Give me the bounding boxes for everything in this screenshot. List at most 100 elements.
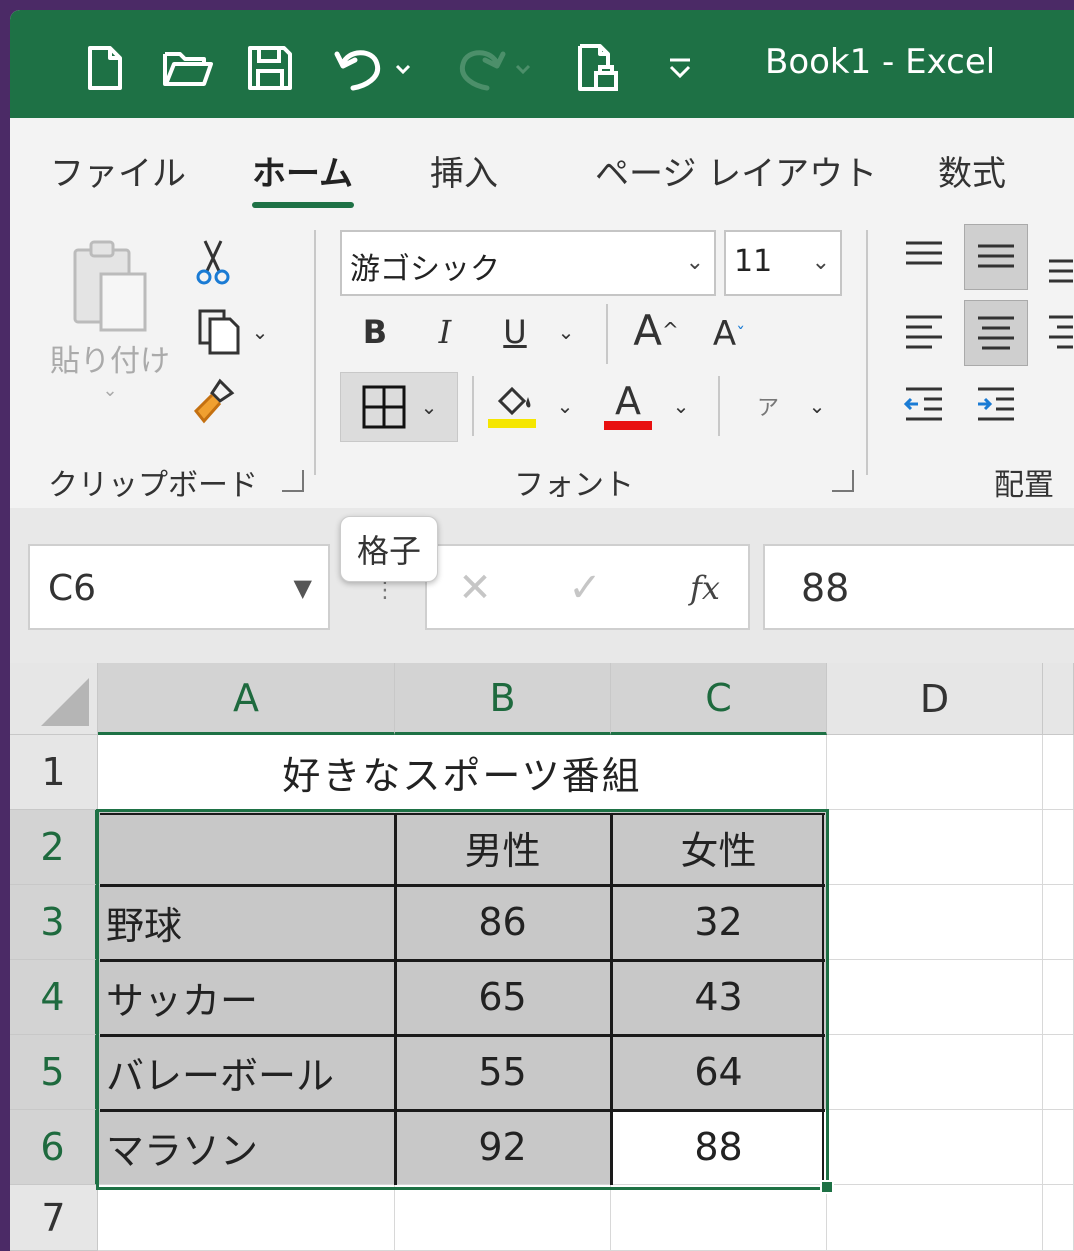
ribbon-home: 貼り付け ⌄ ⌄ クリップボード 游ゴシック ⌄ 11 ⌄ B I U ⌄ A … bbox=[10, 208, 1074, 508]
align-top-button[interactable] bbox=[896, 228, 952, 284]
row-header-6[interactable]: 6 bbox=[10, 1110, 98, 1185]
align-bottom-button[interactable] bbox=[1038, 238, 1074, 294]
bold-button[interactable]: B bbox=[350, 304, 400, 360]
align-left-button[interactable] bbox=[896, 304, 952, 360]
cell-b6[interactable]: 92 bbox=[395, 1110, 611, 1185]
font-group-label: フォント bbox=[514, 468, 634, 503]
align-right-button[interactable] bbox=[1038, 304, 1074, 360]
name-box[interactable]: C6 ▼ bbox=[28, 544, 330, 630]
column-header-b[interactable]: B bbox=[395, 663, 611, 735]
underline-options-icon[interactable]: ⌄ bbox=[550, 304, 582, 360]
font-name-select[interactable]: 游ゴシック ⌄ bbox=[340, 230, 716, 296]
copy-button[interactable]: ⌄ bbox=[182, 304, 282, 360]
borders-button[interactable]: ⌄ bbox=[340, 372, 458, 442]
row-header-3[interactable]: 3 bbox=[10, 885, 98, 960]
cell-a4[interactable]: サッカー bbox=[98, 960, 395, 1035]
font-color-icon: A bbox=[615, 378, 641, 423]
fill-handle[interactable] bbox=[820, 1180, 834, 1194]
formula-input[interactable]: 88 bbox=[763, 544, 1074, 630]
italic-button[interactable]: I bbox=[420, 304, 470, 360]
select-all-button[interactable] bbox=[10, 663, 98, 735]
tab-formulas[interactable]: 数式 bbox=[938, 146, 1006, 195]
format-painter-button[interactable] bbox=[186, 374, 242, 430]
cell-a5[interactable]: バレーボール bbox=[98, 1035, 395, 1110]
chevron-down-icon[interactable]: ▼ bbox=[294, 574, 312, 602]
row-header-5[interactable]: 5 bbox=[10, 1035, 98, 1110]
tab-file[interactable]: ファイル bbox=[50, 146, 186, 195]
align-center-button[interactable] bbox=[964, 300, 1028, 366]
cell-d2[interactable] bbox=[827, 810, 1043, 885]
cell-d7[interactable] bbox=[827, 1185, 1043, 1251]
insert-function-button[interactable]: fx bbox=[677, 560, 733, 616]
cell-c3[interactable]: 32 bbox=[611, 885, 827, 960]
cell-b4[interactable]: 65 bbox=[395, 960, 611, 1035]
font-name-value: 游ゴシック bbox=[350, 252, 500, 287]
cell-d3[interactable] bbox=[827, 885, 1043, 960]
fill-color-button[interactable] bbox=[484, 372, 540, 438]
cell-d4[interactable] bbox=[827, 960, 1043, 1035]
cell-e1[interactable] bbox=[1043, 735, 1074, 810]
column-header-c[interactable]: C bbox=[611, 663, 827, 735]
column-header-d[interactable]: D bbox=[827, 663, 1043, 735]
cell-c5[interactable]: 64 bbox=[611, 1035, 827, 1110]
cell-b7[interactable] bbox=[395, 1185, 611, 1251]
phonetic-guide-button[interactable]: ア bbox=[748, 376, 788, 436]
cell-e4[interactable] bbox=[1043, 960, 1074, 1035]
save-icon[interactable] bbox=[242, 40, 298, 96]
align-middle-button[interactable] bbox=[964, 224, 1028, 290]
tab-page-layout[interactable]: ページ レイアウト bbox=[595, 146, 877, 195]
cell-c7[interactable] bbox=[611, 1185, 827, 1251]
cell-a3[interactable]: 野球 bbox=[98, 885, 395, 960]
enter-icon[interactable]: ✓ bbox=[557, 560, 613, 616]
tab-insert[interactable]: 挿入 bbox=[430, 146, 498, 195]
underline-button[interactable]: U bbox=[490, 304, 540, 360]
print-preview-icon[interactable] bbox=[570, 40, 626, 96]
cell-c2[interactable]: 女性 bbox=[611, 810, 827, 885]
redo-icon[interactable] bbox=[450, 40, 542, 96]
cell-e6[interactable] bbox=[1043, 1110, 1074, 1185]
paste-button[interactable]: 貼り付け ⌄ bbox=[50, 228, 170, 408]
cancel-icon[interactable]: ✕ bbox=[447, 560, 503, 616]
cell-b3[interactable]: 86 bbox=[395, 885, 611, 960]
cell-c6-active[interactable]: 88 bbox=[611, 1110, 827, 1185]
cell-a6[interactable]: マラソン bbox=[98, 1110, 395, 1185]
chevron-down-icon: ⌄ bbox=[685, 250, 704, 275]
cell-d1[interactable] bbox=[827, 735, 1043, 810]
cell-d6[interactable] bbox=[827, 1110, 1043, 1185]
open-folder-icon[interactable] bbox=[158, 40, 218, 96]
column-header-e[interactable] bbox=[1043, 663, 1074, 735]
cell-e2[interactable] bbox=[1043, 810, 1074, 885]
new-file-icon[interactable] bbox=[76, 40, 132, 96]
cell-a7[interactable] bbox=[98, 1185, 395, 1251]
cell-a2[interactable] bbox=[98, 810, 395, 885]
dialog-launcher-icon[interactable] bbox=[282, 470, 304, 492]
fill-color-options-icon[interactable]: ⌄ bbox=[550, 378, 580, 434]
cell-d5[interactable] bbox=[827, 1035, 1043, 1110]
row-header-1[interactable]: 1 bbox=[10, 735, 98, 810]
font-color-options-icon[interactable]: ⌄ bbox=[666, 378, 696, 434]
column-header-a[interactable]: A bbox=[98, 663, 395, 735]
row-header-2[interactable]: 2 bbox=[10, 810, 98, 885]
cut-button[interactable] bbox=[188, 234, 238, 290]
font-color-button[interactable]: A bbox=[600, 372, 656, 438]
cell-e5[interactable] bbox=[1043, 1035, 1074, 1110]
row-header-7[interactable]: 7 bbox=[10, 1185, 98, 1251]
cell-e3[interactable] bbox=[1043, 885, 1074, 960]
customize-dropdown-icon[interactable] bbox=[660, 40, 700, 96]
undo-icon[interactable] bbox=[330, 40, 422, 96]
decrease-indent-button[interactable] bbox=[896, 376, 952, 432]
font-size-select[interactable]: 11 ⌄ bbox=[724, 230, 842, 296]
tab-home[interactable]: ホーム bbox=[252, 146, 353, 195]
cell-b2[interactable]: 男性 bbox=[395, 810, 611, 885]
dialog-launcher-icon[interactable] bbox=[832, 470, 854, 492]
cell-b5[interactable]: 55 bbox=[395, 1035, 611, 1110]
grow-font-button[interactable]: A ^ bbox=[628, 298, 684, 362]
title-cell[interactable]: 好きなスポーツ番組 bbox=[98, 735, 827, 810]
row-header-4[interactable]: 4 bbox=[10, 960, 98, 1035]
fill-color-swatch bbox=[488, 418, 536, 428]
increase-indent-button[interactable] bbox=[968, 376, 1024, 432]
phonetic-options-icon[interactable]: ⌄ bbox=[802, 378, 832, 434]
cell-e7[interactable] bbox=[1043, 1185, 1074, 1251]
cell-c4[interactable]: 43 bbox=[611, 960, 827, 1035]
shrink-font-button[interactable]: Aˇ bbox=[704, 304, 754, 364]
